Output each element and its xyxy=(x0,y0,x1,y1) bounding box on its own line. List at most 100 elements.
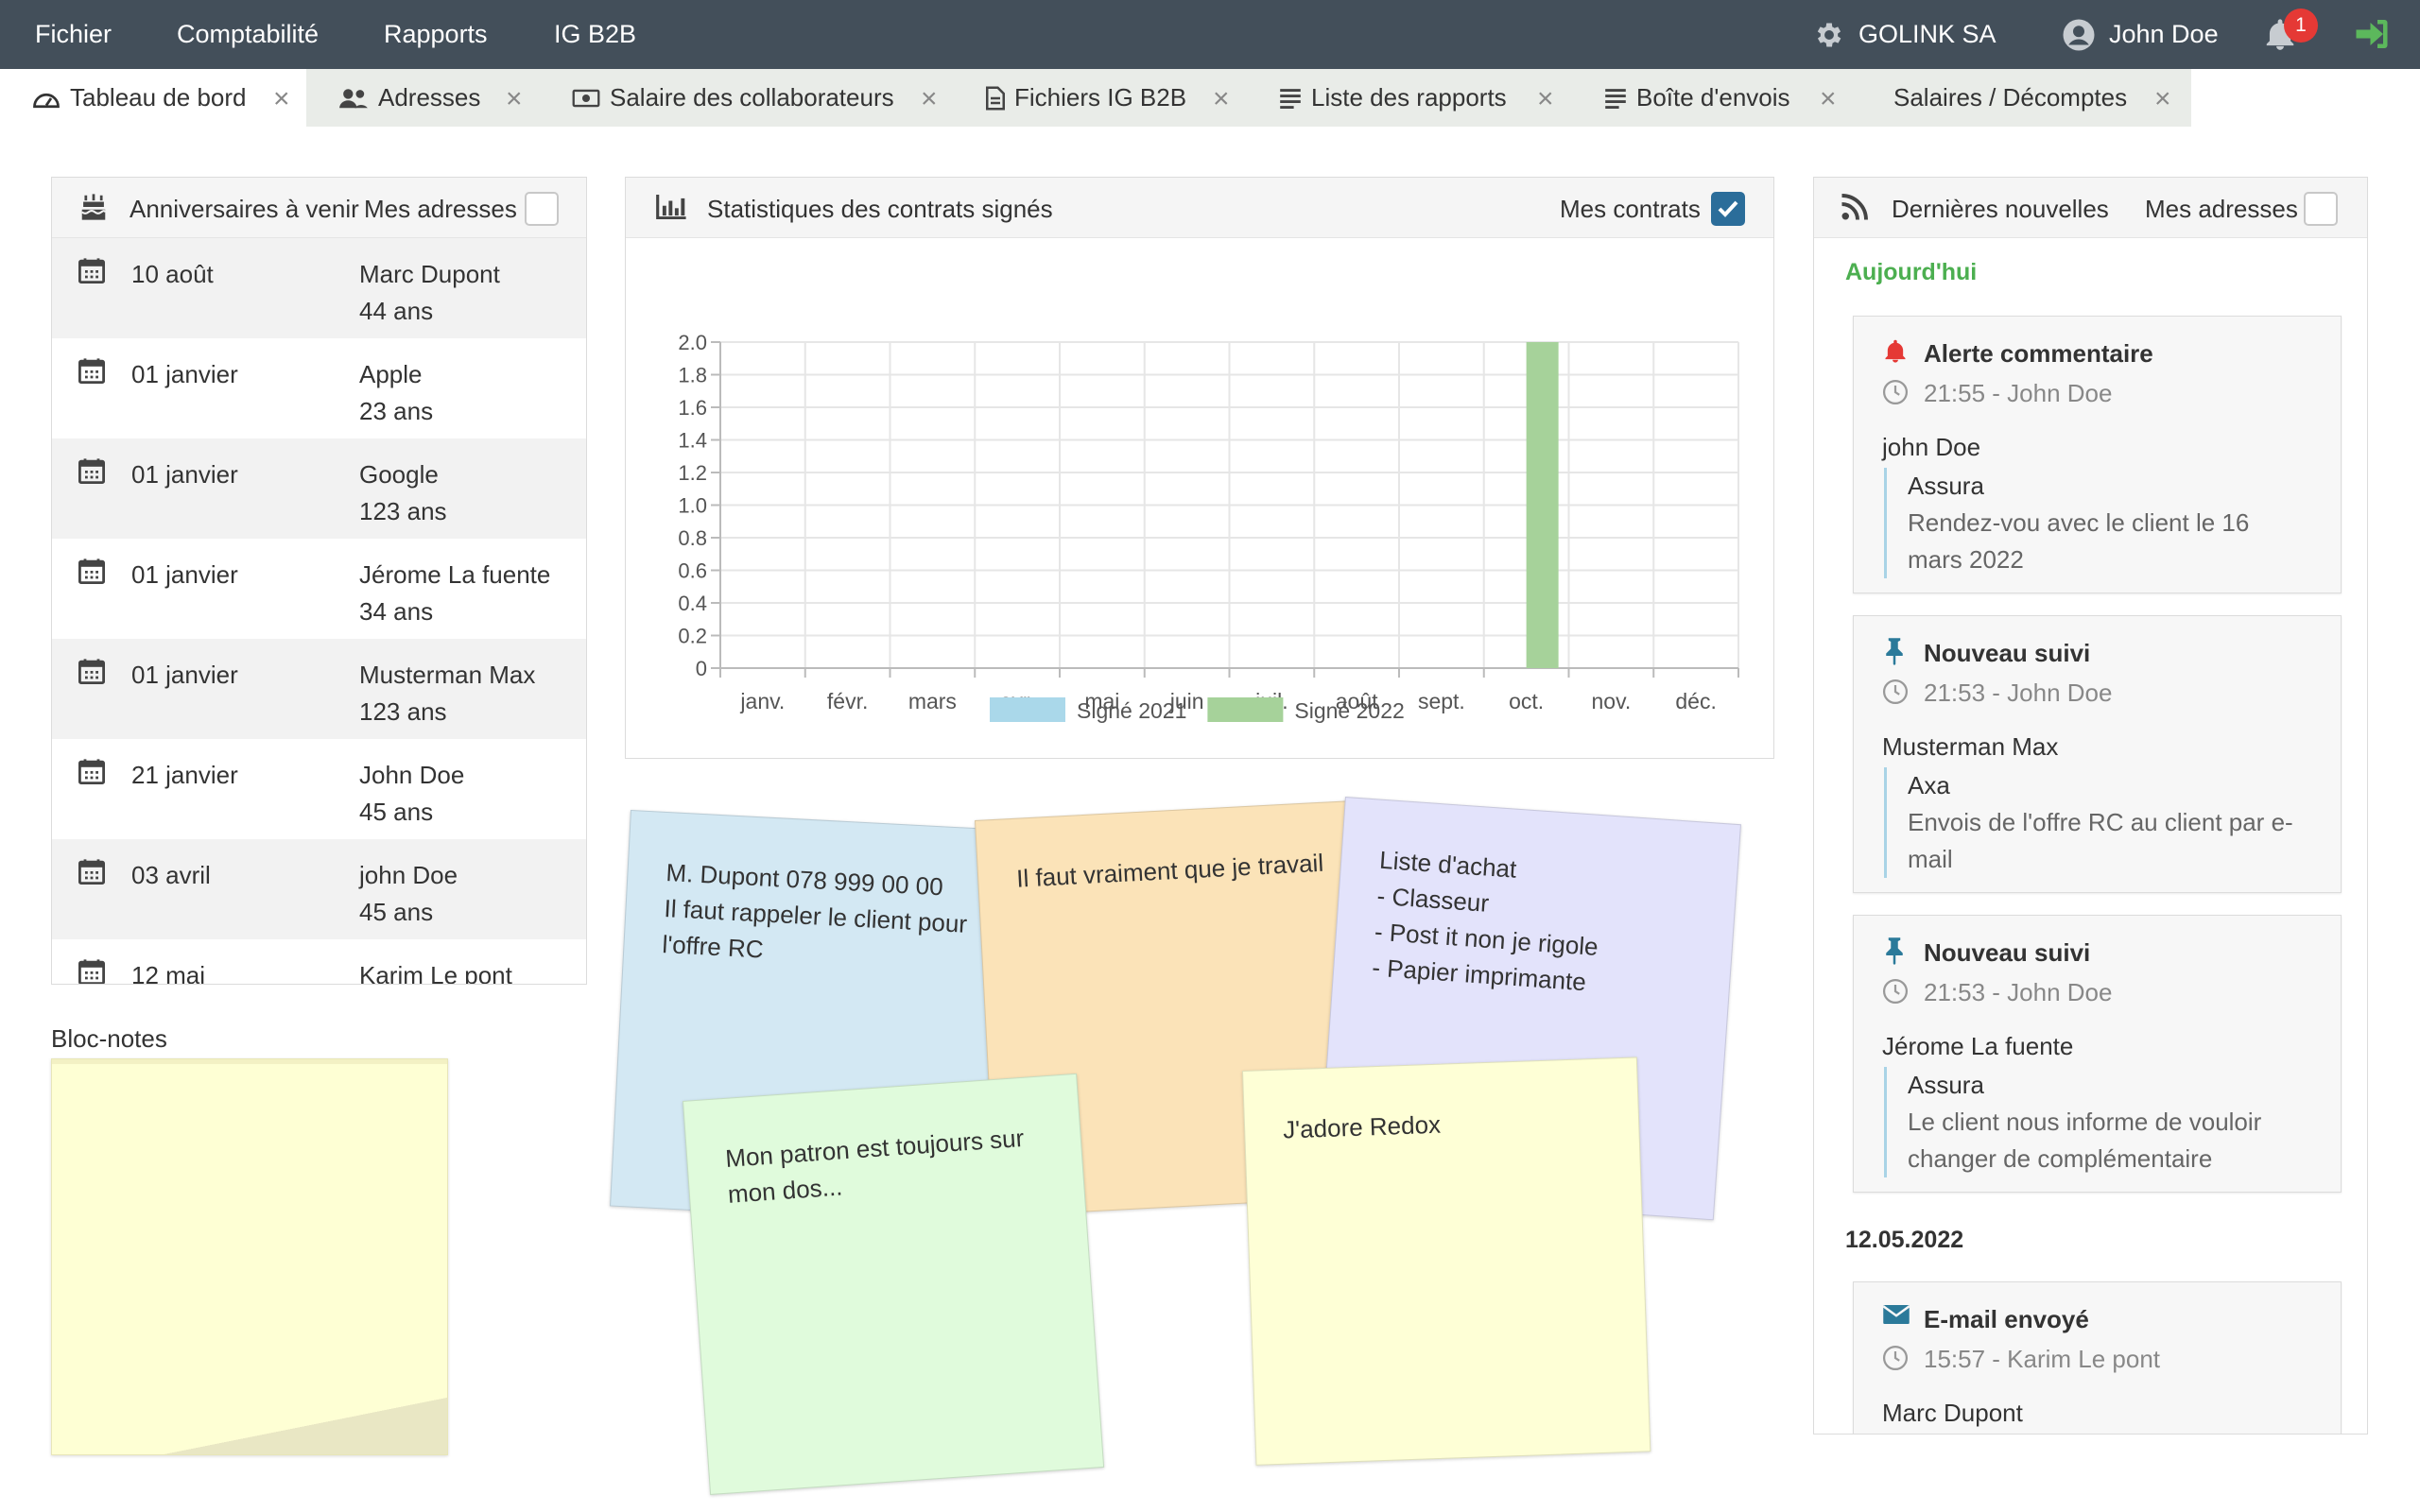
news-card-contact[interactable]: Jérome La fuente xyxy=(1882,1032,2073,1061)
news-card-body: Assura Rendez-vou avec le client le 16 m… xyxy=(1884,468,2319,578)
y-tick-label: 0.8 xyxy=(678,526,707,550)
tab-adresses[interactable]: Adresses × xyxy=(306,69,538,127)
user-menu[interactable]: John Doe xyxy=(2062,0,2219,69)
contracts-bar-chart: 0 0.2 0.4 0.6 0.8 1.0 1.2 1.4 1.6 1.8 2.0 janv. fév… xyxy=(678,331,1739,723)
close-tab-icon[interactable]: × xyxy=(1537,69,1554,127)
checkmark-icon xyxy=(1718,200,1738,217)
y-tick-label: 1.8 xyxy=(678,364,707,387)
clock-icon xyxy=(1882,978,1909,1011)
birthday-name: Musterman Max xyxy=(359,661,536,689)
birthday-name: Apple xyxy=(359,360,423,388)
sticky-note[interactable]: Mon patron est toujours sur mon dos... xyxy=(683,1073,1105,1495)
close-tab-icon[interactable]: × xyxy=(506,69,523,127)
my-contracts-filter-label: Mes contrats xyxy=(1560,195,1701,223)
list-icon xyxy=(1279,88,1302,109)
birthday-age: 45 ans xyxy=(359,798,434,826)
news-card[interactable]: Nouveau suivi 21:53 - John Doe Jérome La… xyxy=(1853,915,2342,1193)
menu-item-comptabilite[interactable]: Comptabilité xyxy=(177,0,319,69)
tab-label: Salaire des collaborateurs xyxy=(610,83,894,112)
calendar-icon xyxy=(78,758,105,791)
x-tick-label: janv. xyxy=(739,689,785,713)
tab-label: Salaires / Décomptes xyxy=(1893,83,2128,112)
birthday-name: john Doe xyxy=(359,861,458,889)
news-card-meta: 15:57 - Karim Le pont xyxy=(1924,1345,2161,1373)
menu-item-rapports[interactable]: Rapports xyxy=(384,0,488,69)
news-card-contact[interactable]: john Doe xyxy=(1882,433,1980,462)
my-addresses-filter-label: Mes adresses xyxy=(364,195,517,223)
birthdays-list: 10 août Marc Dupont 44 ans 01 janvier Ap… xyxy=(52,238,586,984)
news-card-text: Envois de l'offre RC au client par e- xyxy=(1908,808,2293,836)
y-tick-label: 0.6 xyxy=(678,559,707,583)
logout-button[interactable] xyxy=(2353,17,2391,56)
news-card-title: Nouveau suivi xyxy=(1924,639,2091,667)
news-card[interactable]: E-mail envoyé 15:57 - Karim Le pont Marc… xyxy=(1853,1281,2342,1434)
x-tick-label: mars xyxy=(908,689,957,713)
birthday-date: 21 janvier xyxy=(131,761,238,789)
y-tick-label: 2.0 xyxy=(678,331,707,354)
news-card-meta: 21:53 - John Doe xyxy=(1924,679,2113,707)
birthday-name: Google xyxy=(359,460,439,489)
menu-item-ig-b2b[interactable]: IG B2B xyxy=(554,0,636,69)
menu-item-fichier[interactable]: Fichier xyxy=(35,0,112,69)
birthday-age: 45 ans xyxy=(359,898,434,926)
list-item[interactable]: 21 janvier John Doe 45 ans xyxy=(52,739,586,839)
close-tab-icon[interactable]: × xyxy=(2154,69,2171,127)
y-tick-label: 0.2 xyxy=(678,625,707,648)
note-line: Il faut vraiment que je travail xyxy=(1015,848,1324,893)
y-tick-label: 0.4 xyxy=(678,592,707,615)
news-my-addresses-checkbox[interactable] xyxy=(2304,192,2338,226)
tab-salaire-collaborateurs[interactable]: Salaire des collaborateurs × xyxy=(538,69,961,127)
legend-swatch xyxy=(990,697,1065,722)
tab-tableau-de-bord[interactable]: Tableau de bord × xyxy=(0,69,306,127)
company-name: GOLINK SA xyxy=(1858,20,1996,48)
notifications-button[interactable]: 1 xyxy=(2262,9,2318,55)
news-title: Dernières nouvelles xyxy=(1892,195,2109,223)
birthday-cake-icon xyxy=(80,193,107,228)
calendar-icon xyxy=(78,658,105,691)
news-card[interactable]: Nouveau suivi 21:53 - John Doe Musterman… xyxy=(1853,615,2342,893)
list-item[interactable]: 12 mai Karim Le pont xyxy=(52,939,586,984)
list-item[interactable]: 01 janvier Google 123 ans xyxy=(52,438,586,539)
close-tab-icon[interactable]: × xyxy=(1213,69,1230,127)
close-tab-icon[interactable]: × xyxy=(921,69,938,127)
news-card-company: Assura xyxy=(1908,472,1984,500)
users-icon xyxy=(338,87,369,110)
tab-liste-des-rapports[interactable]: Liste des rapports × xyxy=(1254,69,1580,127)
tab-fichiers-ig-b2b[interactable]: Fichiers IG B2B × xyxy=(961,69,1254,127)
legend-label: Signé 2022 xyxy=(1294,698,1404,723)
close-tab-icon[interactable]: × xyxy=(273,69,290,127)
birthday-name: Jérome La fuente xyxy=(359,560,551,589)
user-name: John Doe xyxy=(2109,20,2219,48)
birthday-age: 44 ans xyxy=(359,297,434,325)
y-tick-label: 1.2 xyxy=(678,461,707,485)
notepad-area[interactable] xyxy=(51,1058,448,1455)
list-item[interactable]: 03 avril john Doe 45 ans xyxy=(52,839,586,939)
list-item[interactable]: 01 janvier Musterman Max 123 ans xyxy=(52,639,586,739)
logout-icon xyxy=(2353,20,2391,55)
x-tick-label: févr. xyxy=(827,689,868,713)
clock-icon xyxy=(1882,1345,1909,1378)
news-card[interactable]: Alerte commentaire 21:55 - John Doe john… xyxy=(1853,316,2342,593)
list-item[interactable]: 01 janvier Apple 23 ans xyxy=(52,338,586,438)
birthdays-panel-header: Anniversaires à venir Mes adresses xyxy=(52,178,586,238)
birthday-date: 03 avril xyxy=(131,861,211,889)
close-tab-icon[interactable]: × xyxy=(1820,69,1837,127)
news-card-title: E-mail envoyé xyxy=(1924,1305,2089,1333)
company-switcher[interactable]: GOLINK SA xyxy=(1813,0,1996,69)
tab-salaires-decomptes[interactable]: Salaires / Décomptes × xyxy=(1889,69,2191,127)
news-card-contact[interactable]: Musterman Max xyxy=(1882,732,2058,762)
my-contracts-checkbox[interactable] xyxy=(1711,192,1745,226)
birthdays-panel: Anniversaires à venir Mes adresses 10 ao… xyxy=(51,177,587,985)
stats-panel: Statistiques des contrats signés Mes con… xyxy=(625,177,1774,759)
list-item[interactable]: 01 janvier Jérome La fuente 34 ans xyxy=(52,539,586,639)
note-line: J'adore Redox xyxy=(1282,1109,1442,1144)
news-card-contact[interactable]: Marc Dupont xyxy=(1882,1399,2023,1428)
stats-panel-header: Statistiques des contrats signés Mes con… xyxy=(626,178,1773,238)
stats-title: Statistiques des contrats signés xyxy=(707,195,1053,223)
sticky-note[interactable]: J'adore Redox xyxy=(1242,1057,1651,1466)
my-addresses-checkbox[interactable] xyxy=(525,192,559,226)
list-item[interactable]: 10 août Marc Dupont 44 ans xyxy=(52,238,586,338)
tab-boite-envois[interactable]: Boîte d'envois × xyxy=(1580,69,1889,127)
y-tick-label: 1.0 xyxy=(678,494,707,518)
birthday-date: 01 janvier xyxy=(131,460,238,489)
